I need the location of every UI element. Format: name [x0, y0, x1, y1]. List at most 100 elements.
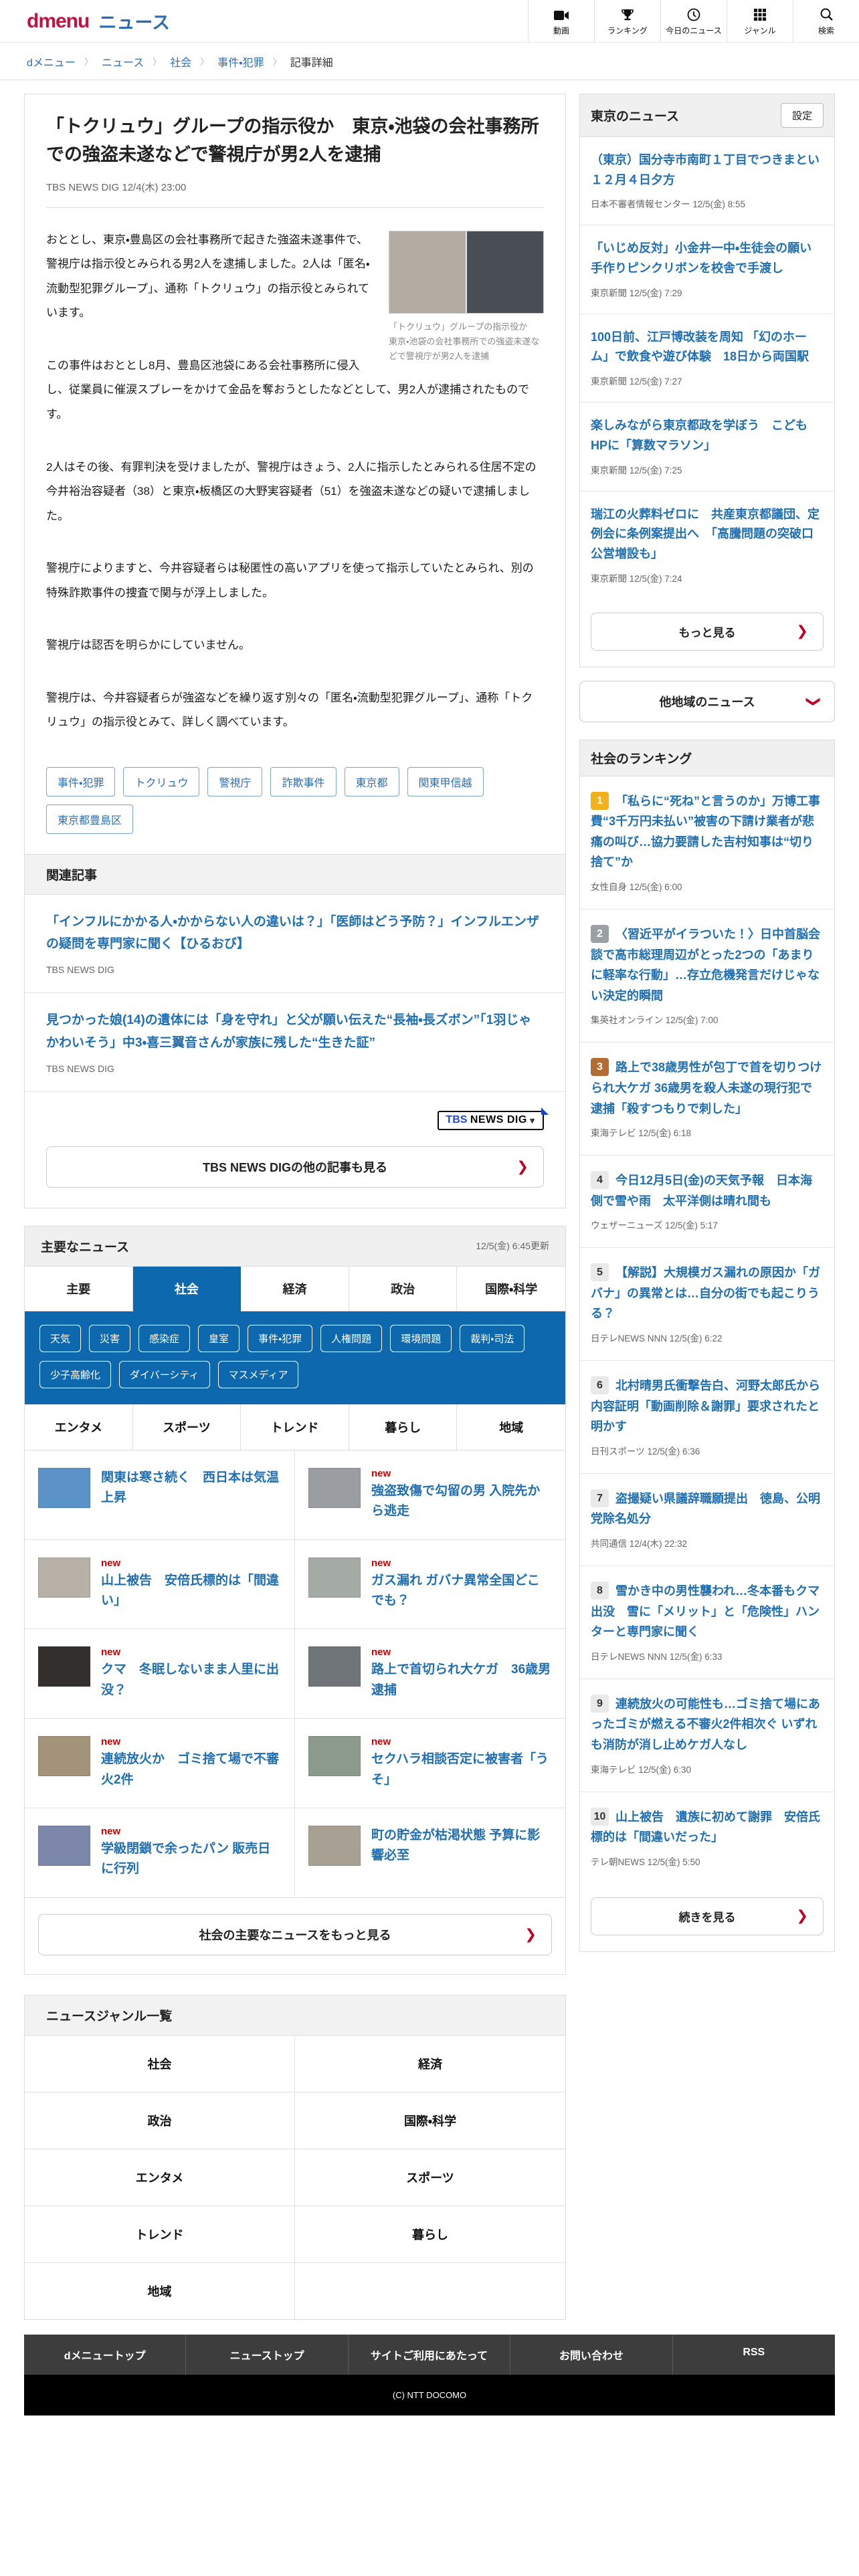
ranking-item-title[interactable]: 北村晴男氏衝撃告白、河野太郎氏から内容証明「動画削除＆謝罪」要求されたと明かす — [591, 1379, 820, 1433]
category-tab[interactable]: 経済 — [241, 1266, 349, 1311]
breadcrumb-link[interactable]: 社会 — [170, 53, 191, 70]
topic-chip[interactable]: 天気 — [39, 1324, 82, 1352]
category-tab[interactable]: 主要 — [25, 1266, 133, 1311]
category-tab[interactable]: 社会 — [132, 1266, 242, 1311]
news-item[interactable]: new セクハラ相談否定に被害者「うそ」 — [295, 1719, 565, 1809]
settings-button[interactable]: 設定 — [780, 103, 824, 128]
news-item-title[interactable]: セクハラ相談否定に被害者「うそ」 — [371, 1749, 552, 1790]
ranking-item[interactable]: 1 「私らに“死ね”と言うのか」万博工事費“3千万円未払い”被害の下請け業者が悲痛… — [580, 776, 834, 909]
news-item-title[interactable]: 山上被告 安倍氏標的は「間違い」 — [101, 1571, 281, 1612]
tag-button[interactable]: 警視庁 — [207, 766, 263, 796]
tokyo-news-item-title[interactable]: 「いじめ反対」小金井一中・生徒会の願い 手作りピンクリボンを校舎で手渡し — [591, 239, 824, 278]
news-item-title[interactable]: 強盗致傷で勾留の男 入院先から逃走 — [371, 1481, 552, 1522]
ranking-item-title[interactable]: 盗撮疑い県議辞職願提出 徳島、公明党除名処分 — [591, 1492, 820, 1526]
ranking-item[interactable]: 5 【解説】大規模ガス漏れの原因か「ガバナ」の異常とは…自分の街でも起こりうる？ … — [580, 1247, 834, 1360]
news-item[interactable]: 関東は寒さ続く 西日本は気温上昇 — [25, 1450, 295, 1540]
topic-chip[interactable]: ダイバーシティ — [119, 1360, 210, 1388]
genre-cell[interactable]: エンタメ — [25, 2149, 295, 2206]
tokyo-news-item[interactable]: 「いじめ反対」小金井一中・生徒会の願い 手作りピンクリボンを校舎で手渡し 東京新… — [580, 225, 834, 313]
footer-link[interactable]: サイトご利用にあたって — [349, 2334, 511, 2375]
category-tab[interactable]: トレンド — [241, 1404, 349, 1450]
breadcrumb-link[interactable]: 記事詳細 — [290, 53, 333, 70]
nav-search[interactable]: 検索 — [793, 0, 859, 42]
genre-cell[interactable]: 地域 — [25, 2262, 295, 2319]
topic-chip[interactable]: 皇室 — [198, 1324, 240, 1352]
breadcrumb-link[interactable]: 事件・犯罪 — [217, 53, 264, 70]
news-item-title[interactable]: 町の貯金が枯渇状態 予算に影響必至 — [371, 1826, 552, 1866]
tag-button[interactable]: トクリュウ — [123, 766, 200, 796]
related-article-title[interactable]: 「インフルにかかる人・かからない人の違いは？」「医師はどう予防？」インフルエンザ… — [46, 911, 544, 956]
tokyo-news-item[interactable]: 楽しみながら東京都政を学ぼう こどもHPに「算数マラソン」 東京新聞 12/5(… — [580, 402, 834, 490]
category-tab[interactable]: 政治 — [349, 1266, 458, 1311]
tokyo-news-item-title[interactable]: （東京）国分寺市南町１丁目でつきまとい １２月４日夕方 — [591, 150, 832, 190]
ranking-item-title[interactable]: 今日12月5日(金)の天気予報 日本海側で雪や雨 太平洋側は晴れ間も — [591, 1174, 812, 1208]
news-item-title[interactable]: ガス漏れ ガバナ異常全国どこでも？ — [371, 1571, 552, 1612]
category-tab[interactable]: 地域 — [457, 1404, 565, 1450]
tokyo-news-item-title[interactable]: 瑞江の火葬料ゼロに 共産東京都議団、定例会に条例案提出へ 「高騰問題の突破口 公… — [591, 505, 826, 564]
ranking-item-title[interactable]: 〈習近平がイラついた！〉日中首脳会談で高市総理周辺がとった2つの「あまりに軽率な… — [591, 928, 820, 1002]
news-item-title[interactable]: 連続放火か ゴミ捨て場で不審火2件 — [101, 1749, 281, 1790]
related-article-title[interactable]: 見つかった娘(14)の遺体には「身を守れ」と父が願い伝えた“長袖・長ズボン”「1… — [46, 1009, 544, 1054]
footer-link[interactable]: お問い合わせ — [510, 2334, 673, 2375]
tag-button[interactable]: 事件・犯罪 — [46, 766, 116, 796]
footer-link[interactable]: ニューストップ — [186, 2334, 349, 2375]
tokyo-more-button[interactable]: もっと見る ❯ — [591, 612, 824, 651]
genre-cell[interactable]: トレンド — [25, 2206, 295, 2263]
category-tab[interactable]: スポーツ — [133, 1404, 242, 1450]
news-item[interactable]: new ガス漏れ ガバナ異常全国どこでも？ — [295, 1540, 565, 1630]
tbs-news-dig-logo[interactable]: TBS NEWS DIG ⩔ — [438, 1110, 544, 1130]
tokyo-news-item-title[interactable]: 100日前、江戸博改装を周知 「幻のホーム」で飲食や遊び体験 18日から両国駅 — [591, 328, 824, 367]
ranking-more-button[interactable]: 続きを見る ❯ — [591, 1897, 824, 1935]
news-item[interactable]: new 路上で首切られ大ケガ 36歳男逮捕 — [295, 1629, 565, 1719]
news-item[interactable]: new 学級閉鎖で余ったパン 販売日に行列 — [25, 1808, 295, 1898]
nav-video[interactable]: 動画 — [528, 0, 594, 42]
genre-cell[interactable]: スポーツ — [295, 2149, 565, 2206]
news-item-title[interactable]: 路上で首切られ大ケガ 36歳男逮捕 — [371, 1660, 552, 1701]
genre-cell[interactable]: 政治 — [25, 2092, 295, 2149]
breadcrumb-link[interactable]: dメニュー — [27, 53, 76, 70]
breadcrumb-link[interactable]: ニュース — [102, 53, 144, 70]
genre-cell[interactable]: 国際・科学 — [295, 2092, 565, 2149]
ranking-item-title[interactable]: 「私らに“死ね”と言うのか」万博工事費“3千万円未払い”被害の下請け業者が悲痛の… — [591, 794, 820, 869]
tag-button[interactable]: 詐欺事件 — [270, 766, 337, 796]
ranking-item-title[interactable]: 山上被告 遺族に初めて謝罪 安倍氏標的は「間違いだった」 — [591, 1810, 820, 1844]
tokyo-news-item[interactable]: 瑞江の火葬料ゼロに 共産東京都議団、定例会に条例案提出へ 「高騰問題の突破口 公… — [580, 490, 834, 599]
related-article[interactable]: 見つかった娘(14)の遺体には「身を守れ」と父が願い伝えた“長袖・長ズボン”「1… — [25, 993, 565, 1092]
news-item[interactable]: 町の貯金が枯渇状態 予算に影響必至 — [295, 1808, 565, 1898]
ranking-item[interactable]: 2 〈習近平がイラついた！〉日中首脳会談で高市総理周辺がとった2つの「あまりに軽率… — [580, 908, 834, 1042]
tokyo-news-item[interactable]: 100日前、江戸博改装を周知 「幻のホーム」で飲食や遊び体験 18日から両国駅 … — [580, 313, 834, 402]
related-article[interactable]: 「インフルにかかる人・かからない人の違いは？」「医師はどう予防？」インフルエンザ… — [25, 895, 565, 994]
ranking-item[interactable]: 9 連続放火の可能性も…ゴミ捨て場にあったゴミが燃える不審火2件相次ぐ いずれも消… — [580, 1678, 834, 1792]
nav-genre[interactable]: ジャンル — [727, 0, 793, 42]
more-social-news-button[interactable]: 社会の主要なニュースをもっと見る ❯ — [38, 1913, 552, 1955]
topic-chip[interactable]: 裁判・司法 — [460, 1324, 525, 1352]
ranking-item[interactable]: 4 今日12月5日(金)の天気予報 日本海側で雪や雨 太平洋側は晴れ間も ウェザー… — [580, 1155, 834, 1247]
ranking-item-title[interactable]: 路上で38歳男性が包丁で首を切りつけられ大ケガ 36歳男を殺人未遂の現行犯で逮捕… — [591, 1061, 822, 1115]
footer-link[interactable]: dメニュートップ — [24, 2334, 187, 2375]
category-tab[interactable]: エンタメ — [25, 1404, 133, 1450]
nav-today[interactable]: 今日のニュース — [660, 0, 727, 42]
topic-chip[interactable]: 少子高齢化 — [39, 1360, 112, 1388]
ranking-item-title[interactable]: 雪かき中の男性襲われ…冬本番もクマ出没 雪に「メリット」と「危険性」ハンターと専… — [591, 1584, 820, 1638]
news-item-title[interactable]: 関東は寒さ続く 西日本は気温上昇 — [101, 1468, 281, 1509]
genre-cell[interactable] — [295, 2263, 565, 2319]
ranking-item-title[interactable]: 連続放火の可能性も…ゴミ捨て場にあったゴミが燃える不審火2件相次ぐ いずれも消防… — [591, 1697, 820, 1751]
news-item[interactable]: new 強盗致傷で勾留の男 入院先から逃走 — [295, 1451, 565, 1540]
tokyo-news-item[interactable]: （東京）国分寺市南町１丁目でつきまとい １２月４日夕方 日本不審者情報センター … — [580, 137, 834, 225]
news-item[interactable]: new クマ 冬眠しないまま人里に出没？ — [25, 1629, 295, 1719]
topic-chip[interactable]: 人権問題 — [320, 1324, 383, 1352]
topic-chip[interactable]: 環境問題 — [390, 1324, 452, 1352]
footer-link[interactable]: RSS — [673, 2335, 835, 2375]
genre-cell[interactable]: 社会 — [25, 2035, 295, 2092]
tag-button[interactable]: 関東甲信越 — [407, 766, 484, 796]
ranking-item[interactable]: 10 山上被告 遺族に初めて謝罪 安倍氏標的は「間違いだった」 テレ朝NEWS 1… — [580, 1791, 834, 1884]
nav-ranking[interactable]: ランキング — [594, 0, 660, 42]
tokyo-news-item-title[interactable]: 楽しみながら東京都政を学ぼう こどもHPに「算数マラソン」 — [591, 416, 824, 455]
news-item[interactable]: new 山上被告 安倍氏標的は「間違い」 — [25, 1539, 295, 1630]
site-logo[interactable]: dmenu ニュース — [27, 0, 170, 42]
ranking-item[interactable]: 7 盗撮疑い県議辞職願提出 徳島、公明党除名処分 共同通信 12/4(木) 22:… — [580, 1473, 834, 1566]
genre-cell[interactable]: 経済 — [295, 2036, 565, 2092]
category-tab[interactable]: 国際・科学 — [457, 1266, 565, 1311]
news-item-title[interactable]: クマ 冬眠しないまま人里に出没？ — [101, 1660, 281, 1701]
news-item[interactable]: new 連続放火か ゴミ捨て場で不審火2件 — [25, 1719, 295, 1809]
